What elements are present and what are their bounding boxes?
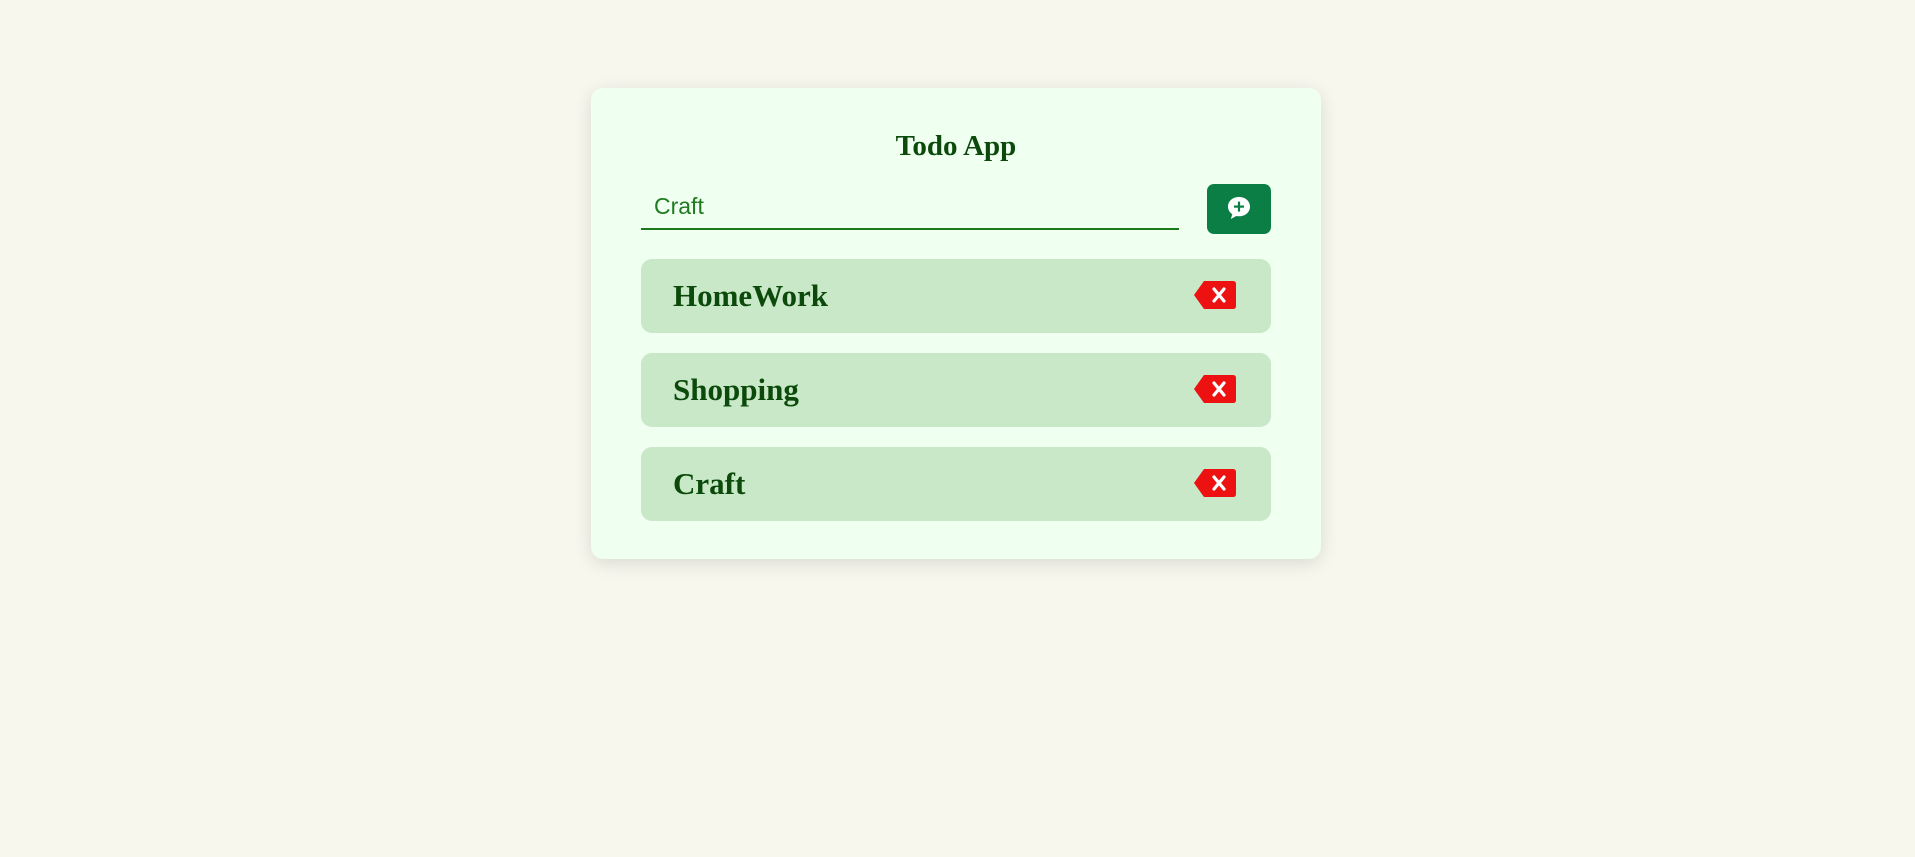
delete-todo-button[interactable] xyxy=(1193,280,1237,310)
todo-item-label: Shopping xyxy=(673,372,799,407)
todo-item: Craft xyxy=(641,447,1271,521)
delete-todo-button[interactable] xyxy=(1193,374,1237,404)
todo-item: Shopping xyxy=(641,353,1271,427)
todo-item-label: HomeWork xyxy=(673,278,828,313)
todo-list: HomeWork Shopping Craft xyxy=(641,259,1271,541)
comment-plus-icon xyxy=(1225,194,1253,225)
page-title: Todo App xyxy=(895,130,1017,162)
delete-todo-button[interactable] xyxy=(1193,468,1237,498)
backspace-icon xyxy=(1193,375,1237,407)
todo-input[interactable] xyxy=(641,184,1179,230)
backspace-icon xyxy=(1193,281,1237,313)
add-todo-button[interactable] xyxy=(1207,184,1271,234)
todo-card: Todo App HomeWork xyxy=(591,88,1321,559)
add-todo-row xyxy=(641,184,1271,236)
todo-item: HomeWork xyxy=(641,259,1271,333)
todo-item-label: Craft xyxy=(673,466,746,501)
backspace-icon xyxy=(1193,469,1237,501)
